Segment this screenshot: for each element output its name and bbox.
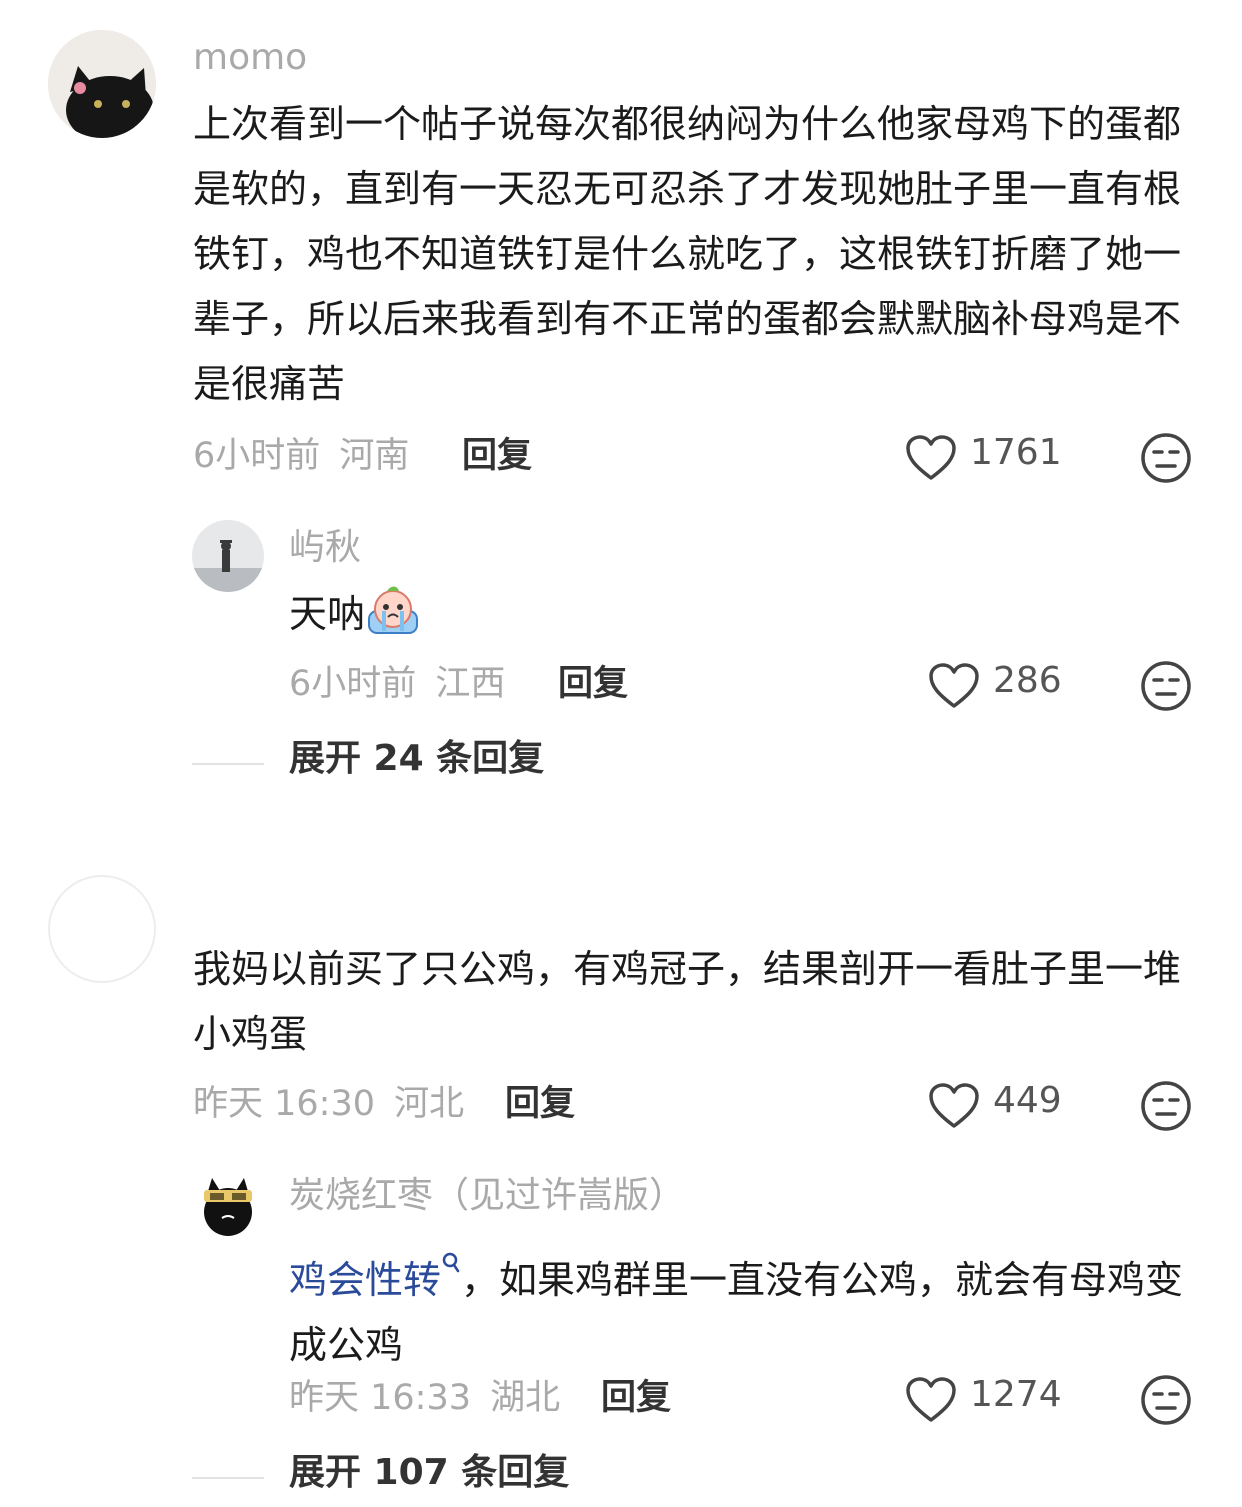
comment-text: 我妈以前买了只公鸡，有鸡冠子，结果剖开一看肚子里一堆小鸡蛋 — [193, 947, 1182, 1056]
meh-face-icon[interactable] — [1140, 660, 1192, 712]
heart-icon[interactable] — [928, 1082, 980, 1130]
reply-button[interactable]: 回复 — [558, 662, 628, 706]
expand-divider — [192, 763, 264, 765]
comment-location: 河南 — [339, 436, 410, 476]
meh-face-icon[interactable] — [1140, 1080, 1192, 1132]
heart-icon[interactable] — [928, 662, 980, 710]
reply-text: 天呐 — [289, 582, 421, 647]
meh-face-icon[interactable] — [1140, 432, 1192, 484]
comment-location: 河北 — [394, 1084, 465, 1124]
reply-time: 昨天 16:33 湖北 — [289, 1376, 560, 1420]
like-count: 286 — [993, 660, 1062, 701]
topic-link[interactable]: 鸡会性转 — [289, 1258, 441, 1302]
reply-button[interactable]: 回复 — [505, 1082, 575, 1126]
crying-emoji-icon — [365, 585, 421, 637]
comment-text: 上次看到一个帖子说每次都很纳闷为什么他家母鸡下的蛋都是软的，直到有一天忍无可忍杀… — [193, 102, 1182, 406]
avatar-tanshao[interactable] — [192, 1168, 264, 1240]
reply-author[interactable]: 屿秋 — [289, 526, 361, 570]
reply-button[interactable]: 回复 — [601, 1376, 671, 1420]
heart-icon[interactable] — [905, 1376, 957, 1424]
like-count: 449 — [993, 1080, 1062, 1121]
meh-face-icon[interactable] — [1140, 1374, 1192, 1426]
reply-timestamp: 6小时前 — [289, 664, 417, 704]
comment-timestamp: 昨天 16:30 — [193, 1084, 375, 1124]
like-count: 1274 — [970, 1374, 1062, 1415]
reply-button[interactable]: 回复 — [462, 434, 532, 478]
like-count: 1761 — [970, 432, 1062, 473]
reply-time: 6小时前 江西 — [289, 662, 505, 706]
search-hint-icon[interactable] — [441, 1230, 461, 1273]
comment-author[interactable]: momo — [193, 36, 307, 80]
expand-replies-button[interactable]: 展开 107 条回复 — [289, 1451, 569, 1495]
heart-icon[interactable] — [905, 434, 957, 482]
avatar-yuqiu[interactable] — [192, 520, 264, 592]
comment-timestamp: 6小时前 — [193, 436, 321, 476]
reply-location: 湖北 — [490, 1378, 561, 1418]
reply-text: 鸡会性转 ，如果鸡群里一直没有公鸡，就会有母鸡变成公鸡 — [289, 1230, 1194, 1378]
avatar-blank[interactable] — [48, 875, 156, 983]
comment-time: 6小时前 河南 — [193, 434, 409, 478]
expand-replies-button[interactable]: 展开 24 条回复 — [289, 737, 544, 781]
expand-divider — [192, 1477, 264, 1479]
reply-author[interactable]: 炭烧红枣（见过许嵩版） — [289, 1174, 685, 1218]
comment-time: 昨天 16:30 河北 — [193, 1082, 464, 1126]
reply-text-body: 天呐 — [289, 592, 366, 636]
reply-timestamp: 昨天 16:33 — [289, 1378, 471, 1418]
avatar-momo[interactable] — [48, 30, 156, 138]
reply-location: 江西 — [435, 664, 506, 704]
